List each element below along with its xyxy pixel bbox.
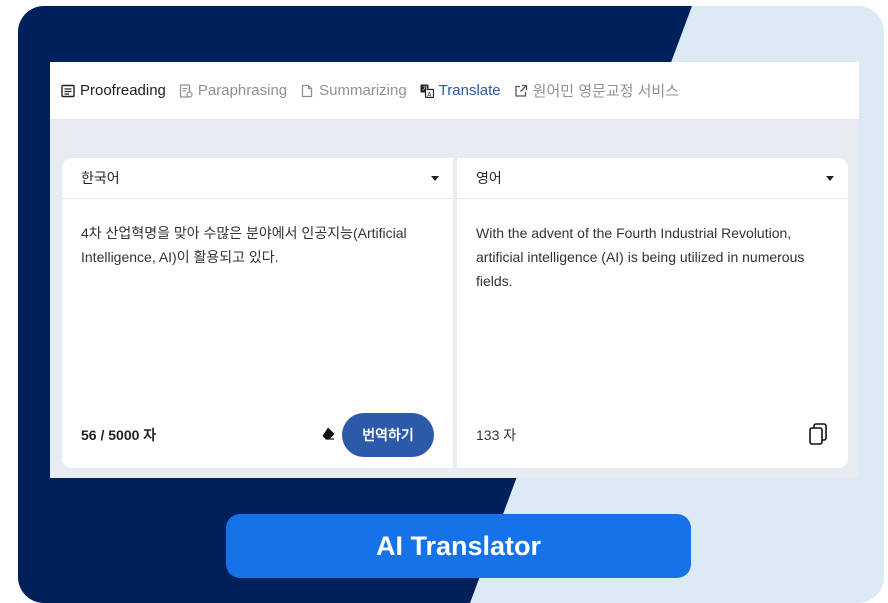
eraser-icon[interactable] [321,426,335,440]
external-link-icon [513,83,529,99]
nav-item-translate[interactable]: 가A Translate [419,82,501,99]
source-text-input[interactable]: 4차 산업혁명을 맞아 수많은 분야에서 인공지능(Artificial Int… [62,199,453,399]
chevron-down-icon [826,175,834,181]
translate-button[interactable]: 번역하기 [342,413,434,457]
target-language-select[interactable]: 영어 [457,158,848,199]
nav-item-summarizing[interactable]: Summarizing [299,82,407,99]
nav-label: Paraphrasing [197,82,288,99]
ai-translator-button[interactable]: AI Translator [226,514,691,578]
source-panel: 한국어 4차 산업혁명을 맞아 수많은 분야에서 인공지능(Artificial… [62,158,453,468]
chevron-down-icon [431,175,439,181]
top-nav: Proofreading Paraphrasing Summarizing 가A… [50,62,859,120]
proofreading-icon [60,83,76,99]
nav-label: Proofreading [80,82,166,99]
nav-item-proofreading[interactable]: Proofreading [60,82,166,99]
source-footer: 56 / 5000 자 번역하기 [62,402,453,468]
source-char-count: 56 / 5000 자 [81,427,157,443]
target-panel: 영어 With the advent of the Fourth Industr… [457,158,848,468]
target-footer: 133 자 [457,402,848,468]
summarizing-icon [299,83,315,99]
promo-frame: Proofreading Paraphrasing Summarizing 가A… [18,6,884,603]
nav-label: Translate [438,82,501,99]
nav-label: Summarizing [319,82,407,99]
nav-label: 원어민 영문교정 서비스 [532,83,679,100]
target-char-count: 133 자 [476,427,517,443]
target-text-output: With the advent of the Fourth Industrial… [476,225,805,289]
nav-item-paraphrasing[interactable]: Paraphrasing [178,82,287,99]
nav-item-native-proofreading[interactable]: 원어민 영문교정 서비스 [513,80,679,101]
translate-icon: 가A [419,83,435,99]
target-language-label: 영어 [476,170,502,186]
source-language-select[interactable]: 한국어 [62,158,453,199]
copy-icon[interactable] [808,422,828,446]
paraphrasing-icon [178,83,194,99]
source-language-label: 한국어 [81,170,120,186]
translator-app: Proofreading Paraphrasing Summarizing 가A… [50,62,859,478]
